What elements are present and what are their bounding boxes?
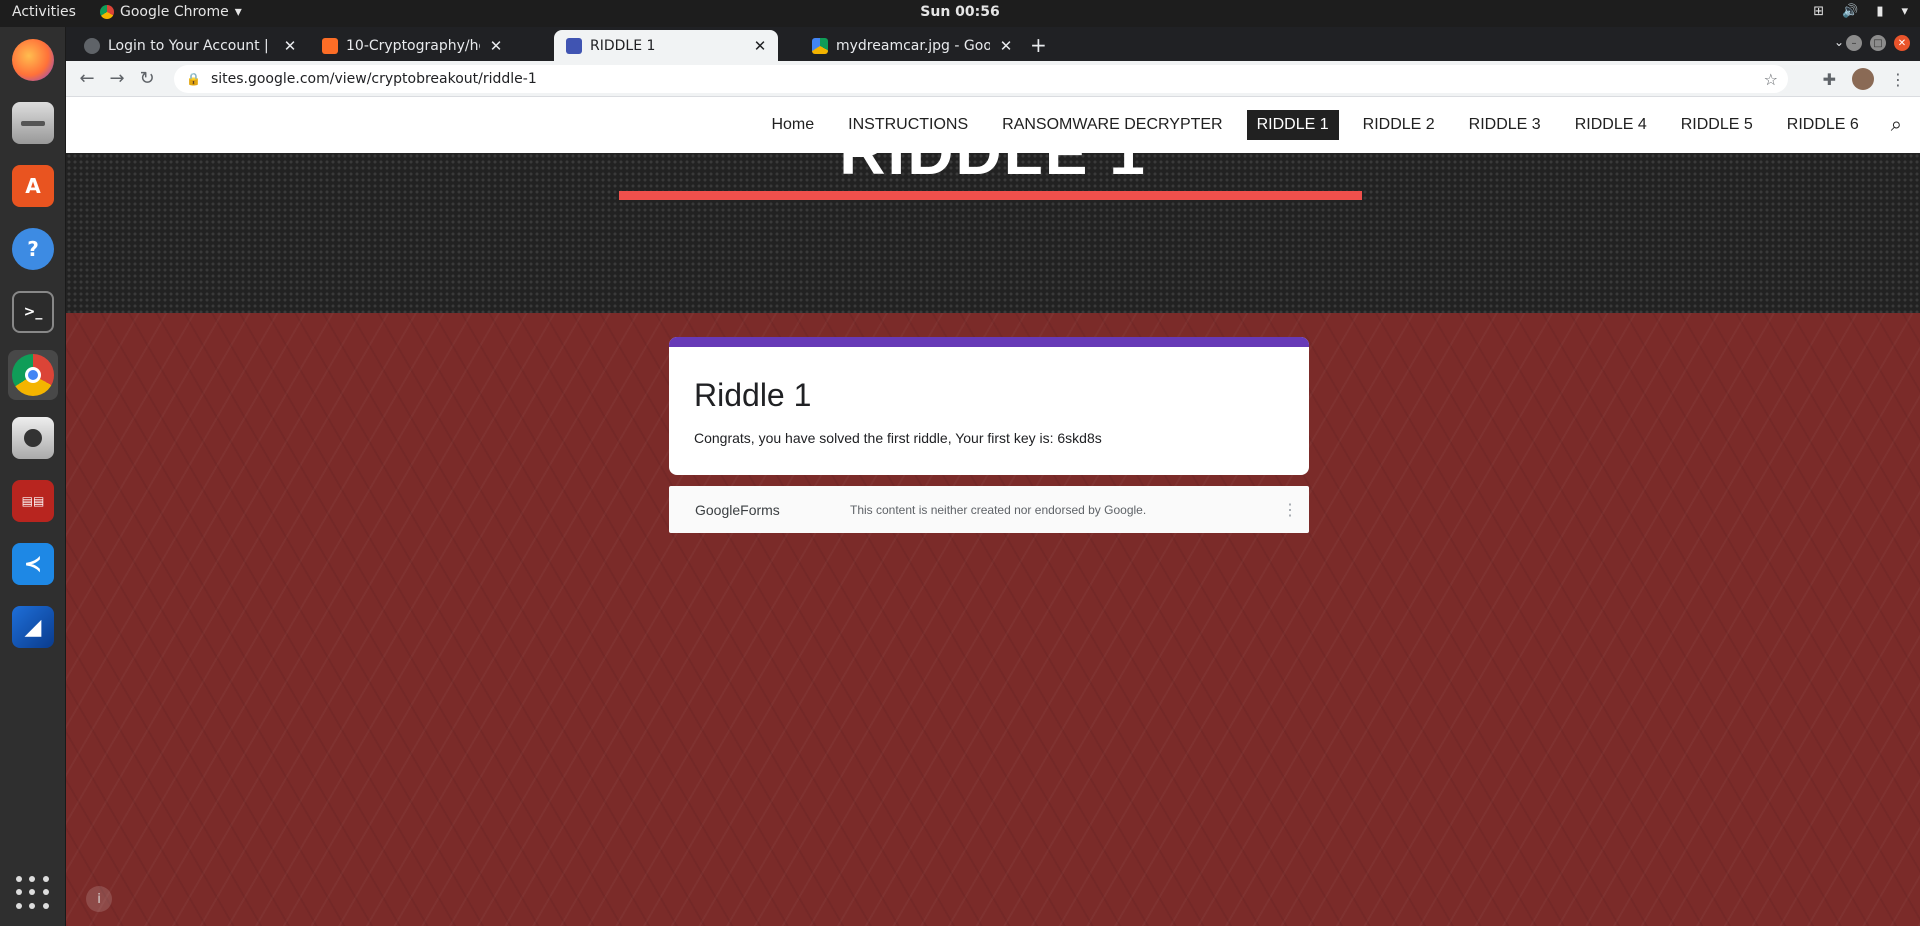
- help-icon: ?: [12, 228, 54, 270]
- reload-icon[interactable]: ↻: [132, 68, 162, 89]
- page-viewport: Home INSTRUCTIONS RANSOMWARE DECRYPTER R…: [66, 97, 1920, 926]
- files-icon: [12, 102, 54, 144]
- form-footer: GoogleForms This content is neither crea…: [669, 486, 1309, 533]
- url-text: sites.google.com/view/cryptobreakout/rid…: [210, 71, 537, 87]
- dock-software[interactable]: A: [8, 161, 58, 211]
- nav-instructions[interactable]: INSTRUCTIONS: [838, 110, 978, 140]
- title-underline: [619, 191, 1362, 200]
- form-confirmation-message: Congrats, you have solved the first ridd…: [694, 430, 1102, 446]
- nav-riddle-6[interactable]: RIDDLE 6: [1777, 110, 1869, 140]
- google-drive-icon: [812, 37, 828, 54]
- terminal-icon: >_: [12, 291, 54, 333]
- power-menu-icon: ▾: [1901, 4, 1908, 19]
- back-icon[interactable]: ←: [72, 68, 102, 89]
- window-controls: – □ ✕: [1846, 35, 1910, 51]
- form-title: Riddle 1: [694, 377, 812, 413]
- nav-ransomware-decrypter[interactable]: RANSOMWARE DECRYPTER: [992, 110, 1232, 140]
- system-tray[interactable]: ⊞ 🔊 ▮ ▾: [1813, 4, 1908, 19]
- hero-banner: RIDDLE 1: [66, 153, 1920, 313]
- battery-icon: ▮: [1876, 4, 1884, 19]
- extensions-icon[interactable]: ✚: [1823, 70, 1836, 89]
- tab-strip: Login to Your Account | B ✕ 10-Cryptogra…: [66, 27, 1920, 61]
- minimize-icon[interactable]: –: [1846, 35, 1862, 51]
- tab-title: Login to Your Account | B: [108, 37, 274, 54]
- google-sites-icon: [566, 37, 582, 54]
- nav-riddle-3[interactable]: RIDDLE 3: [1459, 110, 1551, 140]
- software-store-icon: A: [12, 165, 54, 207]
- forward-icon[interactable]: →: [102, 68, 132, 89]
- tab-title: mydreamcar.jpg - Google: [836, 37, 990, 54]
- chrome-icon: [12, 354, 54, 396]
- close-icon[interactable]: ✕: [282, 37, 298, 55]
- embedded-form-card: Riddle 1 Congrats, you have solved the f…: [669, 337, 1309, 475]
- site-navigation: Home INSTRUCTIONS RANSOMWARE DECRYPTER R…: [66, 97, 1920, 153]
- google-forms-logo[interactable]: GoogleForms: [695, 502, 825, 518]
- close-icon[interactable]: ✕: [488, 37, 504, 55]
- form-accent-bar: [669, 337, 1309, 347]
- tab-login[interactable]: Login to Your Account | B ✕: [72, 30, 308, 61]
- bookmark-star-icon[interactable]: ☆: [1764, 70, 1778, 89]
- gnome-top-bar: Activities Google Chrome ▾ Sun 00:56 ⊞ 🔊…: [0, 0, 1920, 27]
- page-body: Riddle 1 Congrats, you have solved the f…: [66, 313, 1920, 926]
- search-icon[interactable]: ⌕: [1891, 114, 1902, 137]
- lock-icon[interactable]: 🔒: [186, 72, 201, 86]
- dock-terminal[interactable]: >_: [8, 287, 58, 337]
- chrome-window: Login to Your Account | B ✕ 10-Cryptogra…: [66, 27, 1920, 926]
- nav-riddle-5[interactable]: RIDDLE 5: [1671, 110, 1763, 140]
- avatar[interactable]: [1852, 68, 1874, 90]
- dock-help[interactable]: ?: [8, 224, 58, 274]
- kebab-menu-icon[interactable]: ⋮: [1890, 70, 1906, 89]
- more-options-icon[interactable]: ⋮: [1279, 500, 1301, 520]
- nav-riddle-2[interactable]: RIDDLE 2: [1353, 110, 1445, 140]
- dock-vscode[interactable]: ≺: [8, 539, 58, 589]
- toolbar-actions: ✚ ⋮: [1823, 68, 1906, 90]
- clock[interactable]: Sun 00:56: [0, 4, 1920, 20]
- tab-drive[interactable]: mydreamcar.jpg - Google ✕: [800, 30, 1024, 61]
- globe-icon: [84, 37, 100, 54]
- close-icon[interactable]: ✕: [752, 37, 768, 55]
- tab-gitlab[interactable]: 10-Cryptography/homewo ✕: [310, 30, 514, 61]
- disclaimer-text: This content is neither created nor endo…: [850, 502, 1147, 517]
- new-tab-button[interactable]: +: [1030, 33, 1047, 57]
- ubuntu-dock: A ? >_ ▤▤ ≺ ◢: [0, 27, 66, 926]
- page-title: RIDDLE 1: [66, 153, 1920, 189]
- browser-toolbar: ← → ↻ 🔒 sites.google.com/view/cryptobrea…: [66, 61, 1920, 97]
- firefox-icon: [12, 39, 54, 81]
- info-icon[interactable]: i: [86, 886, 112, 912]
- close-icon[interactable]: ✕: [998, 37, 1014, 55]
- tab-riddle-1[interactable]: RIDDLE 1 ✕: [554, 30, 778, 61]
- network-icon: ⊞: [1813, 4, 1825, 19]
- nav-home[interactable]: Home: [761, 110, 824, 140]
- show-applications-icon[interactable]: [16, 876, 50, 910]
- dock-firefox[interactable]: [8, 35, 58, 85]
- volume-icon: 🔊: [1842, 4, 1859, 19]
- wireshark-icon: ◢: [12, 606, 54, 648]
- remote-desktop-icon: ▤▤: [12, 480, 54, 522]
- tab-title: 10-Cryptography/homewo: [346, 37, 480, 54]
- gitlab-icon: [322, 37, 338, 54]
- dock-remote[interactable]: ▤▤: [8, 476, 58, 526]
- dock-chrome[interactable]: [8, 350, 58, 400]
- address-bar[interactable]: 🔒 sites.google.com/view/cryptobreakout/r…: [174, 65, 1788, 93]
- vscode-icon: ≺: [12, 543, 54, 585]
- dock-files[interactable]: [8, 98, 58, 148]
- dock-wireshark[interactable]: ◢: [8, 602, 58, 652]
- tab-title: RIDDLE 1: [590, 37, 656, 54]
- nav-riddle-1[interactable]: RIDDLE 1: [1246, 110, 1339, 140]
- maximize-icon[interactable]: □: [1870, 35, 1886, 51]
- close-window-icon[interactable]: ✕: [1894, 35, 1910, 51]
- nav-riddle-4[interactable]: RIDDLE 4: [1565, 110, 1657, 140]
- camera-icon: [12, 417, 54, 459]
- tab-search-icon[interactable]: ⌄: [1834, 35, 1844, 49]
- dock-camera[interactable]: [8, 413, 58, 463]
